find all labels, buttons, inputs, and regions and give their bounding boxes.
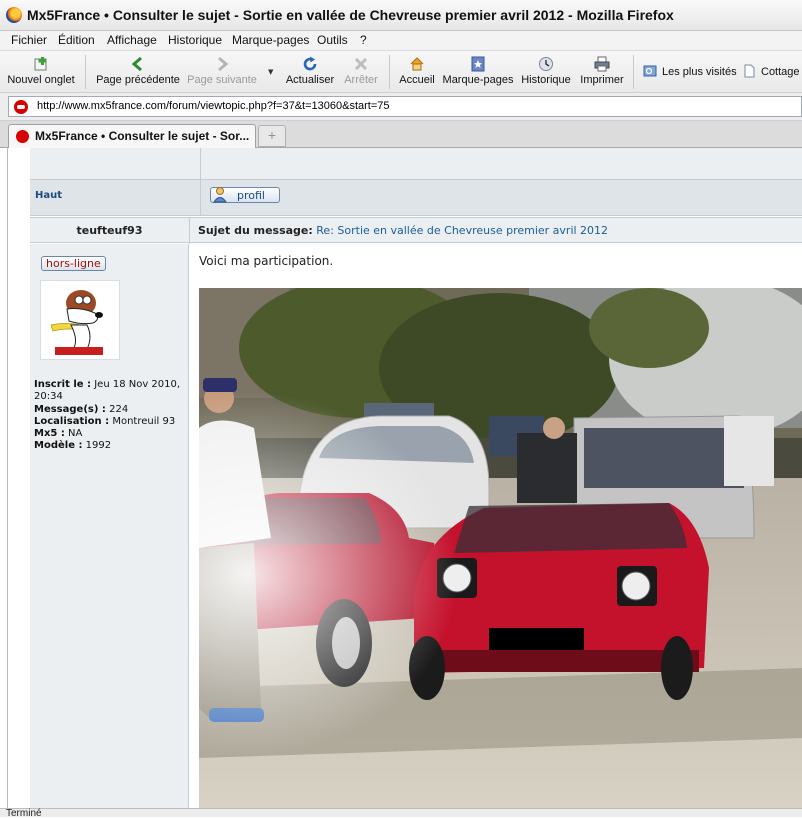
post-nav-row: Haut profil bbox=[30, 180, 802, 216]
bookmarks-icon bbox=[471, 56, 485, 72]
menu-fichier[interactable]: Fichier bbox=[11, 33, 47, 47]
status-text: Terminé bbox=[6, 808, 42, 819]
tab-label: Mx5France • Consulter le sujet - Sor... bbox=[35, 129, 250, 143]
chevron-down-icon: ▼ bbox=[268, 68, 274, 76]
menu-outils[interactable]: Outils bbox=[317, 33, 348, 47]
post-subject: Sujet du message: Re: Sortie en vallée d… bbox=[198, 224, 608, 237]
bookmark-most-visited[interactable]: Les plus visités bbox=[643, 64, 737, 78]
reload-button[interactable]: Actualiser bbox=[284, 51, 336, 93]
tab-mx5france[interactable]: Mx5France • Consulter le sujet - Sor... bbox=[8, 124, 256, 148]
clock-icon bbox=[539, 57, 553, 71]
menu-historique[interactable]: Historique bbox=[168, 33, 222, 47]
reload-icon bbox=[303, 56, 317, 71]
author-profile-column: hors-ligne Inscrit le : Jeu 18 Nov 2010,… bbox=[30, 244, 189, 808]
url-text[interactable]: http://www.mx5france.com/forum/viewtopic… bbox=[37, 100, 390, 112]
new-tab-plus-button[interactable]: + bbox=[258, 125, 286, 147]
menu-edition[interactable]: Édition bbox=[58, 33, 95, 47]
post-content: Voici ma participation. bbox=[190, 244, 802, 808]
home-icon bbox=[410, 57, 424, 71]
top-link[interactable]: Haut bbox=[35, 190, 62, 201]
bookmarks-button[interactable]: Marque-pages bbox=[441, 51, 515, 93]
tab-favicon-icon bbox=[16, 130, 29, 143]
status-bar: Terminé bbox=[0, 808, 802, 819]
author-info: Inscrit le : Jeu 18 Nov 2010, 20:34 Mess… bbox=[34, 379, 181, 452]
avatar bbox=[40, 280, 120, 360]
bookmark-cottage[interactable]: Cottage bbox=[742, 64, 800, 78]
window-titlebar: Mx5France • Consulter le sujet - Sortie … bbox=[0, 0, 802, 31]
new-tab-button[interactable]: Nouvel onglet bbox=[4, 51, 78, 93]
tab-strip: Mx5France • Consulter le sujet - Sor... … bbox=[0, 121, 802, 148]
navigation-toolbar: Nouvel onglet Page précédente Page suiva… bbox=[0, 51, 802, 93]
plus-icon: + bbox=[267, 129, 277, 142]
history-dropdown[interactable]: ▼ bbox=[266, 51, 276, 93]
subject-link[interactable]: Re: Sortie en vallée de Chevreuse premie… bbox=[316, 224, 608, 237]
stop-button[interactable]: Arrêter bbox=[340, 51, 382, 93]
profile-button[interactable]: profil bbox=[210, 187, 280, 203]
window-title: Mx5France • Consulter le sujet - Sortie … bbox=[27, 7, 674, 23]
forward-arrow-icon bbox=[218, 56, 229, 72]
post-body: Voici ma participation. bbox=[199, 254, 334, 268]
menu-help[interactable]: ? bbox=[360, 33, 367, 47]
home-button[interactable]: Accueil bbox=[397, 51, 437, 93]
online-status-badge: hors-ligne bbox=[41, 256, 106, 271]
stop-icon bbox=[354, 57, 368, 71]
post-photo[interactable] bbox=[199, 288, 802, 808]
url-bar[interactable]: http://www.mx5france.com/forum/viewtopic… bbox=[8, 96, 802, 117]
firefox-icon bbox=[6, 7, 22, 23]
snoopy-aviator-icon bbox=[50, 290, 103, 355]
subject-label: Sujet du message: bbox=[198, 224, 313, 237]
page-icon bbox=[744, 64, 755, 78]
car-meetup-photo bbox=[199, 288, 802, 808]
site-favicon-icon bbox=[14, 100, 28, 114]
forward-button[interactable]: Page suivante bbox=[186, 51, 258, 93]
back-arrow-icon bbox=[131, 56, 142, 72]
address-toolbar: http://www.mx5france.com/forum/viewtopic… bbox=[0, 93, 802, 121]
user-icon bbox=[213, 187, 227, 203]
post-author: teufteuf93 bbox=[76, 224, 143, 237]
history-button[interactable]: Historique bbox=[520, 51, 572, 93]
new-tab-icon bbox=[34, 57, 47, 71]
forum-frame: Haut profil teufteuf93 Sujet du message:… bbox=[7, 148, 802, 808]
menu-bar: Fichier Édition Affichage Historique Mar… bbox=[0, 31, 802, 51]
post-top-row bbox=[30, 148, 802, 180]
post-header-row: teufteuf93 Sujet du message: Re: Sortie … bbox=[30, 217, 802, 244]
back-button[interactable]: Page précédente bbox=[94, 51, 182, 93]
menu-affichage[interactable]: Affichage bbox=[107, 33, 157, 47]
web-page: Haut profil teufteuf93 Sujet du message:… bbox=[0, 148, 802, 808]
printer-icon bbox=[594, 56, 610, 72]
menu-marque-pages[interactable]: Marque-pages bbox=[232, 33, 309, 47]
print-button[interactable]: Imprimer bbox=[578, 51, 626, 93]
bookmark-folder-icon bbox=[643, 65, 657, 77]
